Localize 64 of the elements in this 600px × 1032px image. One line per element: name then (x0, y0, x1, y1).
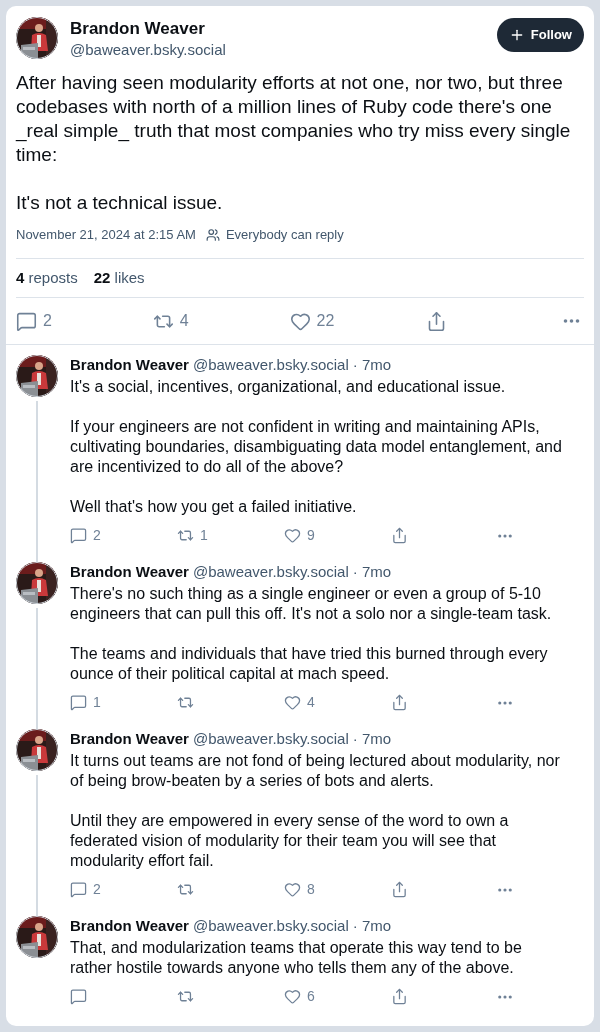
repost-button[interactable]: 1 (177, 525, 208, 546)
reply-icon (70, 988, 87, 1005)
more-button[interactable] (498, 994, 512, 999)
people-icon (205, 227, 220, 242)
more-icon (498, 700, 512, 705)
reply-text: It turns out teams are not fond of being lectured about modularity, nor of being brow-beaten by a series of bots and alerts. Until they are empowered in every sense of the word to own a federated vision of modularity for their team you will see that modularity effort fail. (70, 751, 561, 871)
like-icon (284, 881, 301, 898)
more-icon (498, 533, 512, 538)
more-icon (563, 319, 580, 323)
more-icon (498, 994, 512, 999)
share-button[interactable] (391, 527, 408, 544)
like-icon (284, 988, 301, 1005)
post-age: · 7mo (352, 355, 392, 375)
more-button[interactable] (498, 700, 512, 705)
reply-button[interactable]: 2 (16, 309, 52, 333)
share-icon (391, 988, 408, 1005)
author-name: Brandon Weaver (70, 355, 189, 375)
follow-button[interactable]: Follow (496, 18, 584, 52)
reply-text: There's no such thing as a single engineer or even a group of 5-10 engineers that can pull this off. It's not a solo nor a single-team task. The teams and individuals that have tried this burned through every ounce of their political capital at mach speed. (70, 584, 553, 684)
stat-link[interactable]: 22 likes (93, 266, 145, 289)
author-name: Brandon Weaver (70, 916, 189, 936)
like-icon (284, 527, 301, 544)
reply-icon (70, 881, 87, 898)
post-age: · 7mo (352, 916, 392, 936)
like-button[interactable]: 4 (284, 692, 315, 713)
author-name: Brandon Weaver (70, 19, 206, 39)
like-button[interactable]: 9 (284, 525, 315, 546)
reply-button[interactable] (70, 988, 87, 1005)
share-button[interactable] (391, 988, 408, 1005)
stat-link[interactable]: 4 reposts (16, 266, 78, 289)
author-handle: @baweaver.bsky.social (70, 40, 227, 60)
more-button[interactable] (498, 887, 512, 892)
author-handle: @baweaver.bsky.social (192, 562, 349, 582)
share-icon (391, 527, 408, 544)
share-button[interactable] (391, 694, 408, 711)
author-name: Brandon Weaver (70, 729, 189, 749)
author-name: Brandon Weaver (70, 562, 189, 582)
more-icon (498, 887, 512, 892)
reply-icon (70, 694, 87, 711)
reply-icon (70, 527, 87, 544)
author-handle: @baweaver.bsky.social (192, 355, 349, 375)
post-timestamp: November 21, 2024 at 2:15 AM (16, 226, 196, 244)
like-button[interactable]: 22 (289, 309, 335, 333)
reply-button[interactable]: 2 (70, 879, 101, 900)
reply-button[interactable]: 2 (70, 525, 101, 546)
post-age: · 7mo (352, 562, 392, 582)
post-age: · 7mo (352, 729, 392, 749)
author-handle: @baweaver.bsky.social (192, 729, 349, 749)
reply-text: It's a social, incentives, organizational, and educational issue. If your engineers are not confident in writing and maintaining APIs, cultivating boundaries, disambiguating data model entanglement, and are incentivized to do all of the above? Well that's how you get a failed initiative. (70, 377, 563, 517)
reply-icon (16, 310, 37, 332)
reply-setting: Everybody can reply (225, 226, 344, 244)
repost-button[interactable]: 4 (152, 309, 189, 333)
share-icon (391, 694, 408, 711)
reply-text: That, and modularization teams that operate this way tend to be rather hostile towards anyone who tells them any of the above. (70, 938, 523, 978)
share-icon (391, 881, 408, 898)
like-button[interactable]: 8 (284, 879, 315, 900)
reply-button[interactable]: 1 (70, 692, 101, 713)
more-button[interactable] (563, 319, 580, 323)
like-icon (284, 694, 301, 711)
like-button[interactable]: 6 (284, 986, 315, 1007)
post-text: After having seen modularity efforts at not one, nor two, but three codebases with north of a million lines of Ruby code there's one _real simple_ truth that most companies who try miss every single time: It's not a technical issue. (16, 71, 572, 215)
more-button[interactable] (498, 533, 512, 538)
share-button[interactable] (391, 881, 408, 898)
author-handle: @baweaver.bsky.social (192, 916, 349, 936)
